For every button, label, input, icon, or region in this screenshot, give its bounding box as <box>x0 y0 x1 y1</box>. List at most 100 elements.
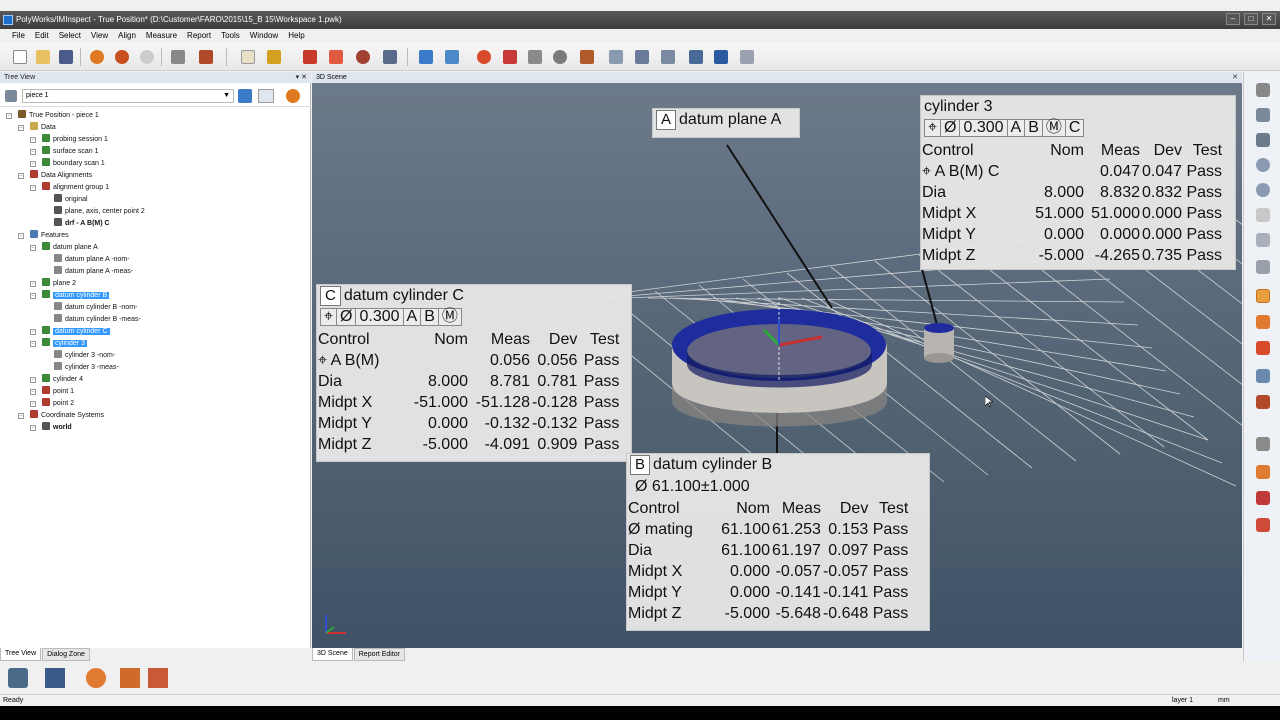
grid-button[interactable] <box>686 47 706 67</box>
tree-item[interactable]: − datum cylinder B <box>30 290 110 302</box>
tree-item[interactable]: − boundary scan 1 <box>30 158 105 170</box>
gauge-icon[interactable] <box>148 668 168 688</box>
light-button[interactable] <box>1252 205 1274 225</box>
menu-report[interactable]: Report <box>187 29 211 43</box>
tree-item[interactable]: − probing session 1 <box>30 134 108 146</box>
heart-button[interactable] <box>1252 488 1274 508</box>
open-button[interactable] <box>33 47 53 67</box>
layer-indicator[interactable]: layer 1 <box>1172 695 1193 706</box>
expand-toggle-icon[interactable]: − <box>30 245 36 251</box>
flag-button[interactable] <box>632 47 652 67</box>
expand-toggle-icon[interactable]: − <box>30 161 36 167</box>
sheet-button[interactable] <box>238 47 258 67</box>
filter-button[interactable] <box>525 47 545 67</box>
tree-item[interactable]: − cylinder 3 <box>30 338 87 350</box>
tree-tools-icon[interactable] <box>238 89 252 103</box>
feature-button[interactable] <box>474 47 494 67</box>
units-indicator[interactable]: mm <box>1218 695 1230 706</box>
align-button[interactable] <box>112 47 132 67</box>
tree-item[interactable]: cylinder 3 -meas- <box>54 362 119 374</box>
report-button[interactable] <box>196 47 216 67</box>
screen-button[interactable] <box>1252 257 1274 277</box>
expand-toggle-icon[interactable]: − <box>18 233 24 239</box>
tree-item[interactable]: − Data <box>18 122 56 134</box>
menu-window[interactable]: Window <box>250 29 278 43</box>
tag-button[interactable] <box>1252 392 1274 412</box>
pick-button[interactable] <box>1252 105 1274 125</box>
table-button[interactable] <box>577 47 597 67</box>
panel-pin-close-icon[interactable]: ▾ ✕ <box>296 72 307 83</box>
tab-tree-view[interactable]: Tree View <box>0 648 42 661</box>
tree-item[interactable]: − Data Alignments <box>18 170 92 182</box>
filter-right-button[interactable] <box>1252 515 1274 535</box>
view-button[interactable] <box>1252 230 1274 250</box>
pointer-button[interactable] <box>264 47 284 67</box>
expand-toggle-icon[interactable]: − <box>6 113 12 119</box>
axes-button[interactable] <box>380 47 400 67</box>
new-file-button[interactable] <box>10 47 30 67</box>
undo-button[interactable] <box>87 47 107 67</box>
zoom-button[interactable] <box>550 47 570 67</box>
expand-toggle-icon[interactable]: − <box>30 137 36 143</box>
scalpel-button[interactable] <box>300 47 320 67</box>
tree-item[interactable]: cylinder 3 -nom- <box>54 350 115 362</box>
probe-tool-icon[interactable] <box>120 668 140 688</box>
chip-button[interactable] <box>711 47 731 67</box>
tree-item[interactable]: − datum cylinder C <box>30 326 110 338</box>
tree-item[interactable]: plane, axis, center point 2 <box>54 206 145 218</box>
layers-button[interactable] <box>737 47 757 67</box>
tree-item[interactable]: − world <box>30 422 72 434</box>
arrow-button[interactable] <box>1252 434 1274 454</box>
close-button[interactable]: ✕ <box>1262 13 1276 25</box>
tree-item[interactable]: − point 1 <box>30 386 74 398</box>
tab-dialog-zone[interactable]: Dialog Zone <box>42 648 90 661</box>
expand-toggle-icon[interactable]: − <box>30 341 36 347</box>
tree-item[interactable]: − Coordinate Systems <box>18 410 104 422</box>
probe-button[interactable] <box>168 47 188 67</box>
palette-button[interactable] <box>1252 338 1274 358</box>
binary-button[interactable] <box>326 47 346 67</box>
expand-toggle-icon[interactable]: − <box>30 401 36 407</box>
camera-button[interactable] <box>1252 80 1274 100</box>
select-mode-icon[interactable] <box>8 668 28 688</box>
tab-report-editor[interactable]: Report Editor <box>353 648 405 661</box>
face-button[interactable] <box>353 47 373 67</box>
tree-item[interactable]: − datum plane A <box>30 242 98 254</box>
shield-button[interactable] <box>1252 462 1274 482</box>
expand-toggle-icon[interactable]: − <box>30 425 36 431</box>
measure-icon[interactable] <box>86 668 106 688</box>
chart-icon[interactable] <box>258 89 274 103</box>
plane-button[interactable] <box>606 47 626 67</box>
pen-button[interactable] <box>500 47 520 67</box>
expand-toggle-icon[interactable]: − <box>18 173 24 179</box>
cube-button[interactable] <box>416 47 436 67</box>
expand-toggle-icon[interactable]: − <box>30 377 36 383</box>
expand-toggle-icon[interactable]: − <box>30 281 36 287</box>
menu-measure[interactable]: Measure <box>146 29 177 43</box>
menu-select[interactable]: Select <box>59 29 81 43</box>
piece-combo[interactable]: piece 1 ▼ <box>22 89 234 103</box>
tree-item[interactable]: datum plane A -nom- <box>54 254 130 266</box>
expand-toggle-icon[interactable]: − <box>18 413 24 419</box>
section-button[interactable] <box>442 47 462 67</box>
callout-datum-plane-a[interactable]: Adatum plane A <box>652 108 800 138</box>
tree-item[interactable]: − True Position - piece 1 <box>6 110 99 122</box>
color-map-button[interactable] <box>1252 312 1274 332</box>
iso-button[interactable] <box>1252 286 1274 306</box>
menu-edit[interactable]: Edit <box>35 29 49 43</box>
tree-item[interactable]: − surface scan 1 <box>30 146 99 158</box>
tree-item[interactable]: − plane 2 <box>30 278 76 290</box>
tree-item[interactable]: − alignment group 1 <box>30 182 109 194</box>
menu-tools[interactable]: Tools <box>221 29 240 43</box>
compass-button[interactable] <box>658 47 678 67</box>
3d-viewport[interactable]: Adatum plane A cylinder 3 ⌖ Ø 0.300 A B Ⓜ C Co… <box>312 83 1242 648</box>
expand-toggle-icon[interactable]: − <box>30 329 36 335</box>
tree-item[interactable]: datum plane A -meas- <box>54 266 133 278</box>
rotate-button[interactable] <box>1252 130 1274 150</box>
close-icon[interactable]: ✕ <box>1232 72 1238 83</box>
expand-toggle-icon[interactable]: − <box>30 389 36 395</box>
menu-file[interactable]: File <box>12 29 25 43</box>
callout-datum-cylinder-b[interactable]: Bdatum cylinder B Ø 61.100±1.000 Control… <box>626 453 930 631</box>
tree-item[interactable]: drf - A B(M) C <box>54 218 110 230</box>
callout-cylinder-3[interactable]: cylinder 3 ⌖ Ø 0.300 A B Ⓜ C Control Nom Meas Dev… <box>920 95 1236 270</box>
